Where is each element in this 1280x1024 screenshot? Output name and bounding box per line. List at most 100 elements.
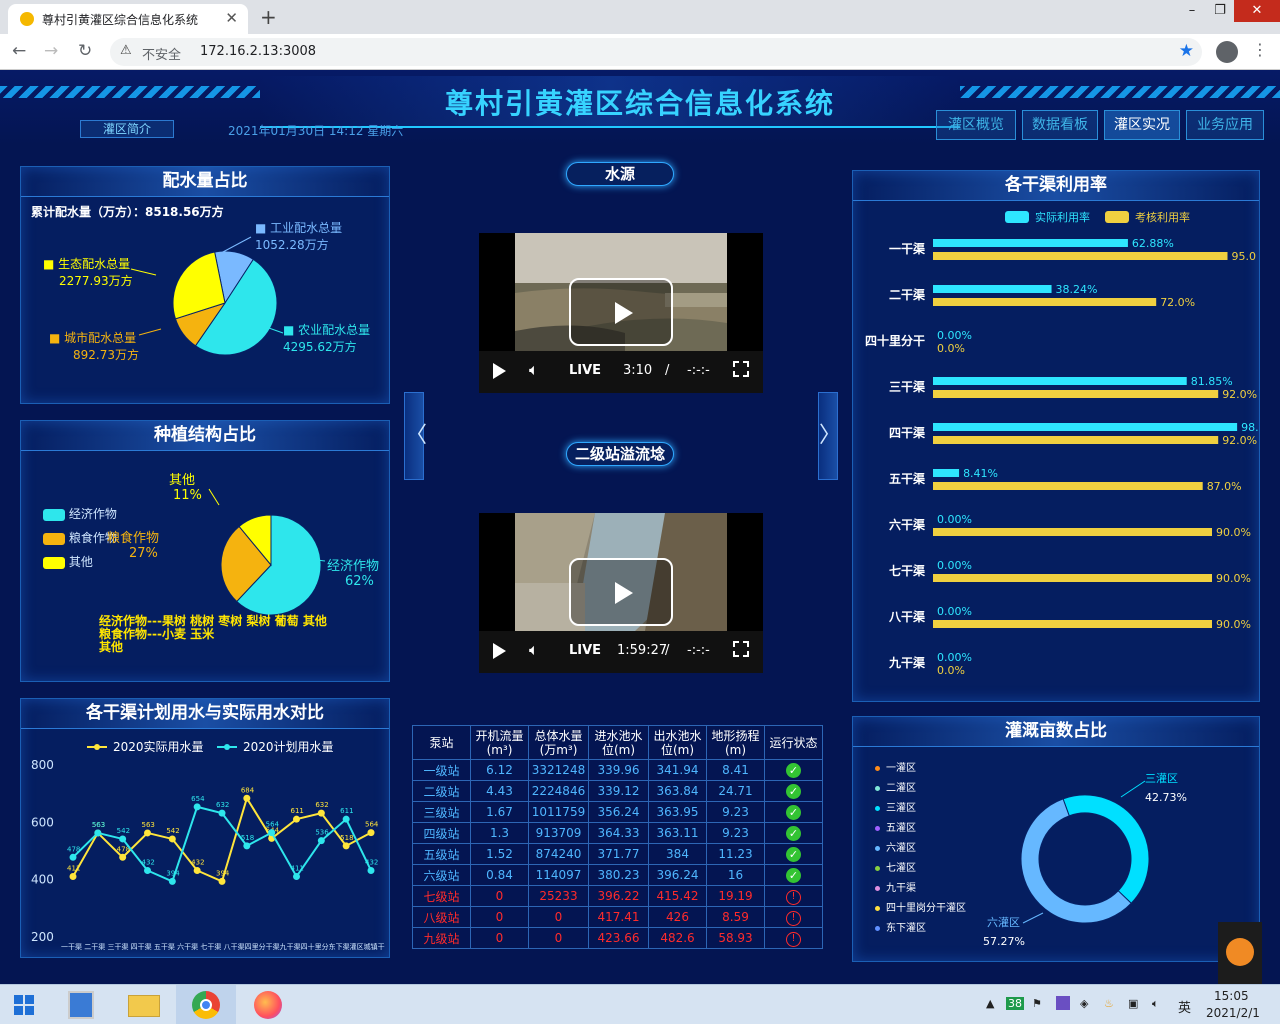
series-point-0-6: [218, 877, 226, 885]
canal-usage-chart: 实际利用率 考核利用率 一干渠 62.88% 95.0 二干渠 38.24% 72.0% 四十…: [865, 210, 1259, 677]
table-row: 三级站 1.67 1011759 356.24 363.95 9.23 ✓: [412, 801, 823, 823]
tray-app-icon[interactable]: [1056, 996, 1070, 1010]
series-point-0-3: [144, 829, 151, 837]
tray-ime-indicator[interactable]: 英: [1178, 997, 1191, 1016]
check-icon: ✓: [786, 762, 801, 778]
video-player-2[interactable]: 🔈︎ LIVE 1:59:27 / -:-:-: [479, 513, 763, 673]
check-icon: ✓: [786, 783, 801, 799]
data-label-1-12: 432: [365, 858, 378, 866]
chrome-taskbar-icon[interactable]: [176, 985, 236, 1024]
bar-label-0-7: 0.00%: [937, 559, 972, 572]
tray-up-arrow-icon[interactable]: ▲: [986, 997, 994, 1010]
bar-label-0-5: 8.41%: [963, 467, 998, 480]
browser-tab[interactable]: 尊村引黄灌区综合信息化系统 ✕: [8, 4, 248, 34]
table-row: 五级站 1.52 874240 371.77 384 11.23 ✓: [412, 843, 823, 865]
play-icon[interactable]: [493, 363, 506, 379]
floating-app-widget[interactable]: [1218, 922, 1262, 984]
clock-time[interactable]: 15:05: [1214, 989, 1249, 1003]
next-arrow[interactable]: 〉: [818, 392, 841, 480]
table-cell: 0: [528, 906, 589, 928]
file-explorer-icon[interactable]: [114, 985, 174, 1024]
bar-1-8: [933, 620, 1212, 628]
menu-kebab-icon[interactable]: ⋮: [1252, 40, 1268, 59]
data-label-1-1: 563: [92, 821, 105, 829]
clock-date[interactable]: 2021/2/1: [1206, 1006, 1260, 1020]
check-icon: ✓: [786, 846, 801, 862]
gear-app-icon[interactable]: [1226, 938, 1254, 966]
close-window-button[interactable]: ✕: [1234, 0, 1280, 22]
series-point-1-12: [367, 866, 375, 874]
nav-overview[interactable]: 灌区概览: [936, 110, 1016, 140]
video-player-1[interactable]: 🔈︎ LIVE 3:10 / -:-:-: [479, 233, 763, 393]
play-icon[interactable]: [493, 643, 506, 659]
legend-label-1: 考核利用率: [1135, 210, 1190, 224]
tray-fire-icon[interactable]: ♨: [1104, 997, 1114, 1010]
tray-volume-icon[interactable]: 🔈︎: [1152, 997, 1159, 1011]
data-label-1-5: 654: [191, 795, 205, 803]
legend-swatch-0: [1005, 211, 1029, 223]
play-overlay-2[interactable]: [569, 558, 673, 626]
volume-icon[interactable]: 🔈︎: [529, 640, 539, 660]
category-label-0: 一干渠: [889, 241, 925, 256]
table-cell: 七级站: [412, 885, 471, 907]
tray-badge[interactable]: 38: [1006, 997, 1024, 1010]
second-source-title: 二级站溢流埝: [566, 442, 674, 466]
dashboard-header: 尊村引黄灌区综合信息化系统 灌区简介 2021年01月30日 14:12 星期六…: [0, 70, 1280, 145]
volume-icon[interactable]: 🔈︎: [529, 360, 539, 380]
data-label-1-0: 478: [67, 845, 80, 853]
bar-label-0-8: 0.00%: [937, 605, 972, 618]
account-avatar-icon[interactable]: [1216, 41, 1238, 63]
firefox-taskbar-icon[interactable]: [238, 985, 298, 1024]
reload-icon[interactable]: ↻: [78, 41, 92, 61]
series-point-1-2: [119, 835, 127, 843]
table-cell: 24.71: [706, 780, 765, 802]
url-text[interactable]: 172.16.2.13:3008: [200, 44, 316, 59]
table-cell: 58.93: [706, 927, 765, 949]
nav-data-board[interactable]: 数据看板: [1022, 110, 1098, 140]
start-button[interactable]: [0, 985, 52, 1024]
table-cell: 482.6: [648, 927, 707, 949]
minimize-button[interactable]: –: [1178, 0, 1206, 22]
tray-flag-icon[interactable]: ⚑: [1032, 997, 1042, 1010]
tray-network-icon[interactable]: ▣: [1128, 997, 1138, 1010]
back-icon[interactable]: ←: [12, 41, 26, 61]
new-tab-button[interactable]: +: [260, 5, 277, 29]
table-cell: 1.52: [470, 843, 529, 865]
bar-0-1: [933, 285, 1052, 293]
table-cell: 384: [648, 843, 707, 865]
prev-arrow[interactable]: 〈: [404, 392, 427, 480]
forward-icon[interactable]: →: [44, 41, 58, 61]
video-time-1: 3:10: [623, 363, 653, 378]
video-time-2: 1:59:27: [617, 643, 668, 658]
table-cell: 339.12: [588, 780, 649, 802]
play-overlay-1[interactable]: [569, 278, 673, 346]
series-point-1-1: [94, 829, 102, 837]
restore-button[interactable]: ❐: [1206, 0, 1234, 22]
status-cell: ✓: [764, 843, 823, 865]
category-label-7: 七干渠: [889, 563, 925, 578]
water-source-title: 水源: [566, 162, 674, 186]
data-label-1-4: 394: [166, 869, 180, 877]
table-cell: 11.23: [706, 843, 765, 865]
tab-close-icon[interactable]: ✕: [225, 9, 238, 27]
bar-label-1-8: 90.0%: [1216, 618, 1251, 631]
planting-econ-label: 经济作物 62%: [327, 559, 380, 589]
site-favicon-icon: [20, 12, 34, 26]
y-tick-3: 800: [31, 758, 54, 772]
tray-security-icon[interactable]: ◈: [1080, 997, 1088, 1010]
nav-live[interactable]: 灌区实况: [1104, 110, 1180, 140]
server-manager-icon[interactable]: [52, 985, 112, 1024]
data-label-1-10: 536: [315, 829, 329, 837]
omnibox[interactable]: ⚠ 不安全 172.16.2.13:3008 ★: [110, 38, 1202, 66]
table-row: 八级站 0 0 417.41 426 8.59!: [412, 906, 823, 928]
nav-business[interactable]: 业务应用: [1186, 110, 1264, 140]
bar-label-1-1: 72.0%: [1160, 296, 1195, 309]
fullscreen-icon[interactable]: [733, 641, 749, 657]
table-cell: 363.95: [648, 801, 707, 823]
category-label-9: 九干渠: [888, 655, 925, 670]
fullscreen-icon[interactable]: [733, 361, 749, 377]
bar-0-3: [933, 377, 1187, 385]
address-bar-row: ← → ↻ ⚠ 不安全 172.16.2.13:3008 ★ ⋮: [0, 34, 1280, 70]
intro-button[interactable]: 灌区简介: [80, 120, 174, 138]
bookmark-star-icon[interactable]: ★: [1179, 41, 1194, 61]
